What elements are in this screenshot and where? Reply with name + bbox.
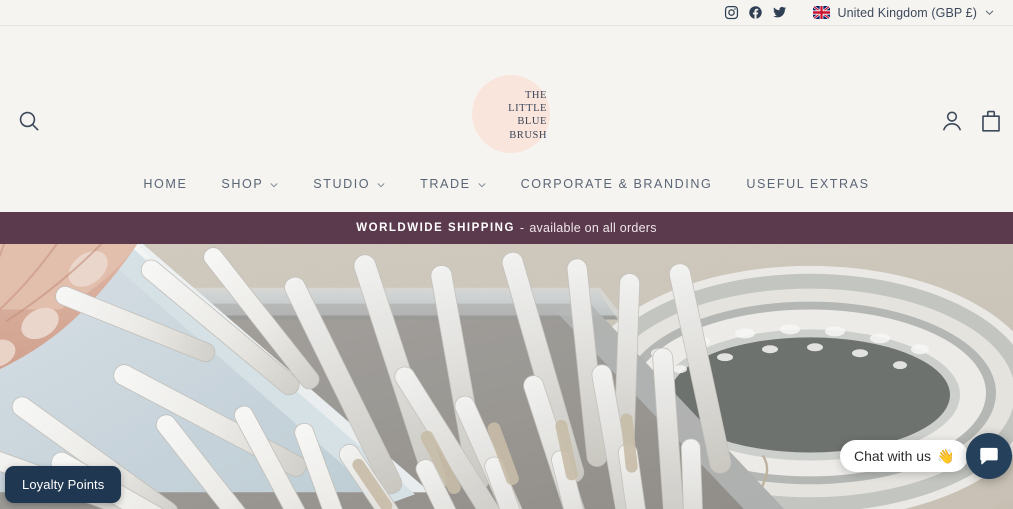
chevron-down-icon	[269, 180, 279, 190]
nav-item-trade[interactable]: TRADE	[403, 173, 503, 195]
account-icon[interactable]	[939, 108, 965, 134]
nav-label: USEFUL EXTRAS	[746, 177, 870, 191]
chevron-down-icon	[984, 7, 995, 18]
shipping-banner-subtitle: available on all orders	[529, 221, 657, 235]
nav-label: SHOP	[221, 177, 264, 191]
nav-label: HOME	[143, 177, 188, 191]
nav-item-useful-extras[interactable]: USEFUL EXTRAS	[729, 173, 886, 195]
nav-item-studio[interactable]: STUDIO	[296, 173, 403, 195]
locale-label: United Kingdom (GBP £)	[837, 5, 977, 20]
nav-label: CORPORATE & BRANDING	[520, 177, 713, 191]
chat-prompt-label: Chat with us	[854, 448, 932, 464]
social-links	[724, 5, 787, 20]
nav-label: STUDIO	[313, 177, 371, 191]
search-icon[interactable]	[16, 108, 42, 134]
shipping-banner: WORLDWIDE SHIPPING - available on all or…	[0, 212, 1013, 244]
uk-flag-icon	[813, 6, 831, 19]
waving-hand-icon: 👋	[937, 448, 955, 464]
nav-item-home[interactable]: HOME	[126, 173, 204, 195]
site-logo[interactable]: THE LITTLE BLUE BRUSH	[472, 75, 550, 153]
nav-item-shop[interactable]: SHOP	[204, 173, 296, 195]
main-navigation: HOME SHOP STUDIO TRADE CORPORATE & BRAND…	[0, 165, 1013, 212]
chevron-down-icon	[376, 180, 386, 190]
top-utility-bar: United Kingdom (GBP £)	[0, 0, 1013, 26]
site-header: THE LITTLE BLUE BRUSH	[0, 26, 1013, 165]
shipping-banner-title: WORLDWIDE SHIPPING	[356, 222, 515, 234]
locale-selector[interactable]: United Kingdom (GBP £)	[813, 6, 995, 20]
facebook-icon[interactable]	[748, 5, 763, 20]
chat-prompt-bubble[interactable]: Chat with us 👋	[840, 440, 969, 472]
shipping-banner-dash: -	[519, 221, 525, 235]
logo-text: THE LITTLE BLUE BRUSH	[508, 90, 547, 141]
chat-bubble-icon	[978, 445, 1000, 467]
nav-item-corporate-and-branding[interactable]: CORPORATE & BRANDING	[504, 173, 730, 195]
nav-label: TRADE	[420, 177, 471, 191]
cart-icon[interactable]	[978, 108, 1004, 134]
loyalty-points-button[interactable]: Loyalty Points	[5, 466, 122, 503]
chevron-down-icon	[477, 180, 487, 190]
twitter-icon[interactable]	[772, 5, 787, 20]
instagram-icon[interactable]	[724, 5, 739, 20]
chat-launcher-button[interactable]	[966, 433, 1012, 479]
